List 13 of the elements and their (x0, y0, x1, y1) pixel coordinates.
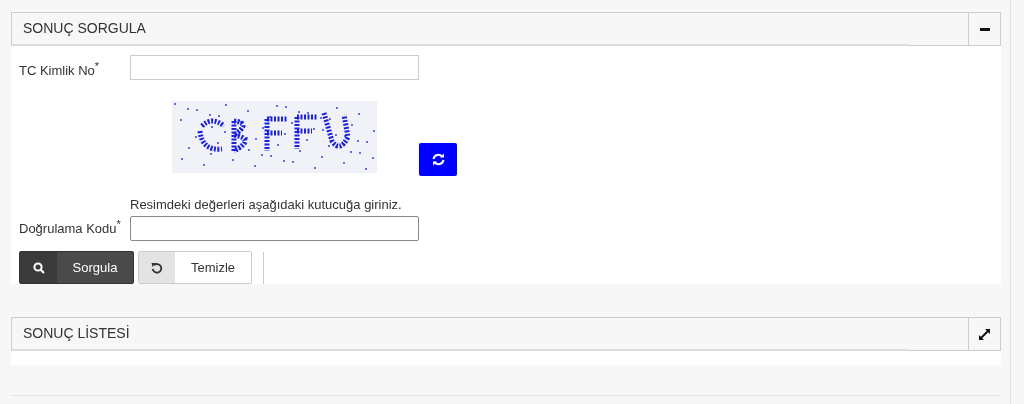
captcha-hint: Resimdeki değerleri aşağıdaki kutucuğa giriniz. (130, 197, 402, 212)
panel-title: SONUÇ SORGULA (23, 19, 146, 38)
search-icon (32, 261, 45, 274)
refresh-button[interactable] (419, 143, 457, 176)
panel-title: SONUÇ LİSTESİ (23, 324, 130, 343)
undo-icon (151, 261, 163, 274)
search-button[interactable]: Sorgula (19, 251, 134, 284)
expand-icon (979, 328, 990, 340)
input-field[interactable] (130, 216, 419, 241)
input-field[interactable] (130, 55, 419, 80)
minus-icon (979, 27, 990, 31)
clear-button[interactable]: Temizle (138, 251, 252, 284)
refresh-icon (431, 153, 445, 166)
